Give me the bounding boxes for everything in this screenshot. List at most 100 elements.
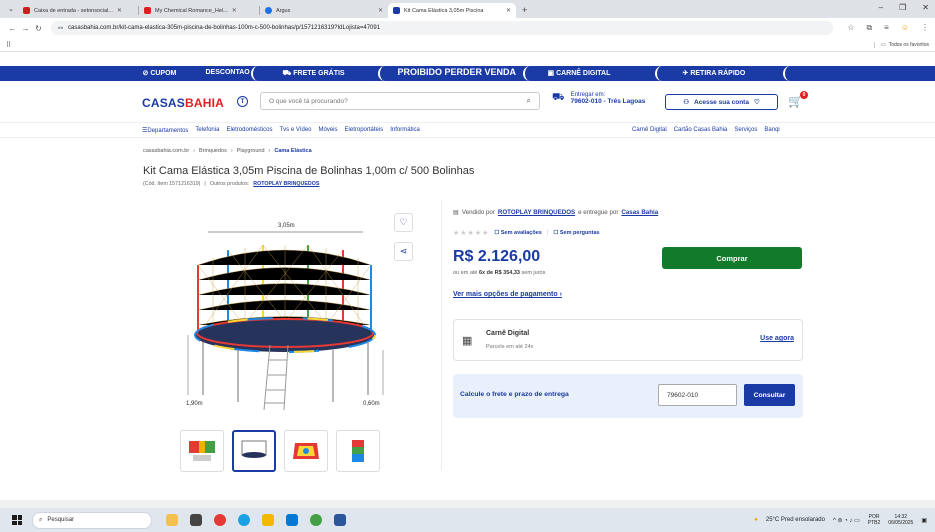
brand-link[interactable]: ROTOPLAY BRINQUEDOS [253,181,319,187]
nav-telefonia[interactable]: Telefonia [195,127,219,134]
weather-text[interactable]: 25°C Pred ensolarado [766,517,825,523]
breadcrumb-brinquedos[interactable]: Brinquedos [199,148,227,154]
search-input[interactable] [269,97,527,105]
address-bar-row: ← → ↻ ⚯ casasbahia.com.br/kit-cama-elast… [0,18,935,38]
menu-icon[interactable]: ⋮ [921,23,929,33]
maximize-icon[interactable]: ❐ [899,3,906,12]
promo-frete-gratis[interactable]: ⛟ FRETE GRÁTIS [283,69,345,78]
edge-icon[interactable] [238,514,250,526]
windows-taskbar: ⌕ Pesquisar ● 25°C Pred ensolarado ^ ⊜ ◔… [0,508,935,532]
all-bookmarks-button[interactable]: ▭ Todos os favoritos [873,41,929,48]
nav-departamentos[interactable]: ☰Departamentos [142,127,188,134]
close-tab-icon[interactable]: ✕ [378,7,383,14]
dim-left-label: 1,90m [186,401,203,407]
close-tab-icon[interactable]: ✕ [232,7,237,14]
nav-informatica[interactable]: Informática [390,127,420,134]
taskbar-search[interactable]: ⌕ Pesquisar [32,511,152,529]
nav-eletroportateis[interactable]: Eletroportáteis [345,127,384,134]
reviews-link[interactable]: ☐ Sem avaliações [494,230,541,236]
carne-digital-card: ▦ Carnê Digital Parcele em até 24x Use a… [453,319,803,361]
explorer-icon[interactable] [262,514,274,526]
installments: ou em até 6x de R$ 354,33 sem juros [453,270,546,276]
close-tab-icon[interactable]: ✕ [117,7,122,14]
promo-cupom[interactable]: ⊘ CUPOM [143,69,177,77]
cart-button[interactable]: 🛒 0 [788,91,808,108]
windows-start-icon[interactable] [12,515,22,525]
widgets-icon[interactable] [166,514,178,526]
breadcrumb-playground[interactable]: Playground [237,148,265,154]
thumbnail-1[interactable] [180,430,224,472]
delivery-location[interactable]: ⛟ Entregar em: 79602-010 - Três Lagoas [552,92,645,105]
favorite-button[interactable]: ♡ [394,213,413,232]
search-icon[interactable]: ⌕ [527,96,531,106]
new-tab-icon[interactable]: + [522,5,527,15]
seller-link[interactable]: ROTOPLAY BRINQUEDOS [498,209,575,216]
thumbnail-4[interactable] [336,430,380,472]
share-button[interactable]: ⋖ [394,242,413,261]
clock[interactable]: 14:32 06/05/2025 [888,514,913,526]
product-code: (Cód. Item 1571216319) | Outros produtos:… [143,181,320,187]
chrome-2-icon[interactable] [310,514,322,526]
minimize-icon[interactable]: – [879,3,883,12]
cart-count-badge: 0 [799,91,808,99]
site-info-icon[interactable]: ⚯ [58,25,63,32]
store-icon: ▤ [453,209,459,216]
consult-button[interactable]: Consultar [744,384,795,406]
nav-tvs-video[interactable]: Tvs e Vídeo [279,127,311,134]
nav-carne-digital[interactable]: Carnê Digital [632,127,667,133]
browser-tab-active[interactable]: Kit Cama Elástica 3,05m Piscina ✕ [388,3,516,18]
youtube-icon [144,7,151,14]
buy-button[interactable]: Comprar [662,247,802,269]
breadcrumb-current[interactable]: Cama Elástica [274,148,311,154]
chrome-icon[interactable] [214,514,226,526]
browser-tab-youtube[interactable]: My Chemical Romance_Hel... ✕ [139,3,259,18]
nav-cartao[interactable]: Cartão Casas Bahia [674,127,728,133]
word-icon[interactable] [334,514,346,526]
thumbnail-2-selected[interactable] [232,430,276,472]
apps-grid-icon[interactable]: ⠿ [6,41,11,49]
promo-carne-digital[interactable]: ▣ CARNÊ DIGITAL [548,69,611,77]
promo-proibido[interactable]: PROIBIDO PERDER VENDA [398,67,517,77]
profile-icon[interactable]: ☺ [901,23,909,33]
browser-tab-gmail[interactable]: Caixa de entrada - setonsocial... ✕ [18,3,138,18]
store-icon[interactable] [286,514,298,526]
promo-retira-rapido[interactable]: ✈ RETIRA RÁPIDO [683,69,746,77]
promo-descontao[interactable]: DESCONTAO [206,69,250,76]
login-button[interactable]: ⚇ Acesse sua conta ♡ [665,94,778,110]
window-controls: – ❐ ✕ [879,3,929,12]
close-tab-icon[interactable]: ✕ [506,7,511,14]
url-field[interactable]: ⚯ casasbahia.com.br/kit-cama-elastica-30… [51,21,834,35]
product-image[interactable]: 3,05m 1,90m 0,60m [158,210,408,425]
promo-strip: ⊘ CUPOM DESCONTAO ⛟ FRETE GRÁTIS PROIBID… [0,66,935,81]
browser-tab-argus[interactable]: Argus ✕ [260,3,388,18]
accessibility-icon[interactable]: T [237,96,248,107]
tab-search-icon[interactable]: ⌄ [4,2,18,16]
breadcrumb-home[interactable]: casasbahia.com.br [143,148,189,154]
thumbnail-3[interactable] [284,430,328,472]
dim-top-label: 3,05m [278,223,295,229]
nav-banqi[interactable]: Banqi [764,127,779,133]
use-now-link[interactable]: Use agora [760,335,794,342]
sidepanel-icon[interactable]: ≡ [884,23,889,33]
deliverer-link[interactable]: Casas Bahia [621,209,658,216]
nav-servicos[interactable]: Serviços [734,127,757,133]
nav-moveis[interactable]: Móveis [319,127,338,134]
notification-icon[interactable]: ▣ [921,517,927,524]
forward-arrow-icon[interactable]: → [19,24,32,33]
carne-icon: ▦ [462,335,473,347]
bookmark-star-icon[interactable]: ☆ [847,23,854,33]
more-payment-link[interactable]: Ver mais opções de pagamento › [453,291,562,298]
reload-icon[interactable]: ↻ [32,24,45,33]
nav-eletrodomesticos[interactable]: Eletrodomésticos [226,127,272,134]
close-window-icon[interactable]: ✕ [922,3,929,12]
zipcode-input[interactable] [658,384,737,406]
questions-link[interactable]: ☐ Sem perguntas [553,230,599,236]
extensions-icon[interactable]: ⧉ [866,23,872,33]
share-icon: ⋖ [399,246,408,256]
task-view-icon[interactable] [190,514,202,526]
search-box: ⌕ [260,92,540,110]
language-indicator[interactable]: POR PTB2 [868,514,881,526]
tray-icons[interactable]: ^ ⊜ ◔ ♪ ▭ [833,517,860,524]
site-logo[interactable]: CASASBAHIA [142,96,224,110]
back-arrow-icon[interactable]: ← [6,24,19,33]
